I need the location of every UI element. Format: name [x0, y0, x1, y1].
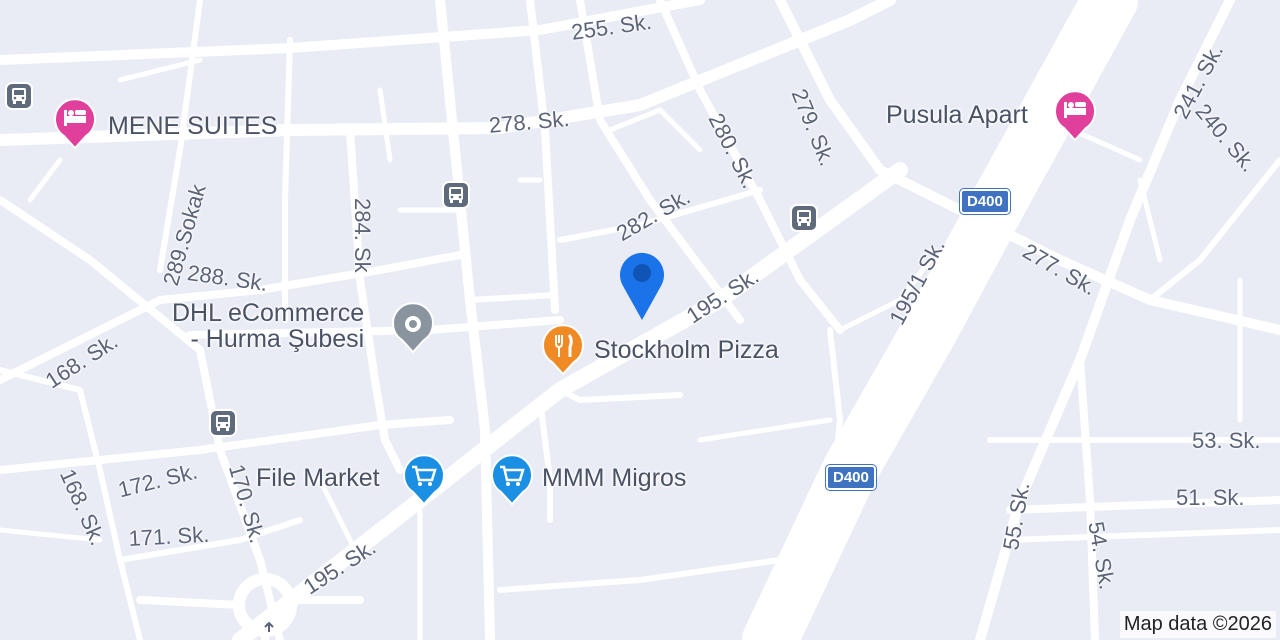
street-label: 284. Sk: [350, 198, 375, 273]
poi-label-dhl[interactable]: DHL eCommerce - Hurma Şubesi: [172, 300, 364, 353]
pin-dot-icon[interactable]: [390, 300, 436, 354]
poi-label-pusula-apart[interactable]: Pusula Apart: [886, 102, 1028, 129]
highway-shield: D400: [960, 189, 1010, 214]
poi-label-stockholm-pizza[interactable]: Stockholm Pizza: [594, 337, 779, 364]
bus-icon[interactable]: [442, 181, 470, 209]
bed-icon[interactable]: [52, 96, 98, 150]
cart-icon[interactable]: [489, 452, 535, 506]
arrow-up-icon: [264, 621, 274, 632]
bus-icon[interactable]: [209, 409, 237, 437]
fork-knife-icon[interactable]: [540, 322, 586, 376]
poi-label-mmm-migros[interactable]: MMM Migros: [542, 465, 686, 492]
highway-shield: D400: [826, 465, 876, 490]
bus-icon[interactable]: [5, 82, 33, 110]
map-canvas[interactable]: 255. Sk. 278. Sk. 279. Sk. 280. Sk. 282.…: [0, 0, 1280, 640]
street-label: 51. Sk.: [1176, 485, 1245, 510]
location-pin-icon[interactable]: [617, 248, 667, 322]
street-label: 53. Sk.: [1192, 428, 1261, 453]
cart-icon[interactable]: [401, 452, 447, 506]
poi-label-mene-suites[interactable]: MENE SUITES: [108, 113, 277, 140]
map-attribution: Map data ©2026: [1119, 611, 1276, 638]
bus-icon[interactable]: [790, 204, 818, 232]
street-label: 171. Sk.: [127, 521, 210, 551]
poi-label-file-market[interactable]: File Market: [256, 465, 380, 492]
bed-icon[interactable]: [1052, 88, 1098, 142]
